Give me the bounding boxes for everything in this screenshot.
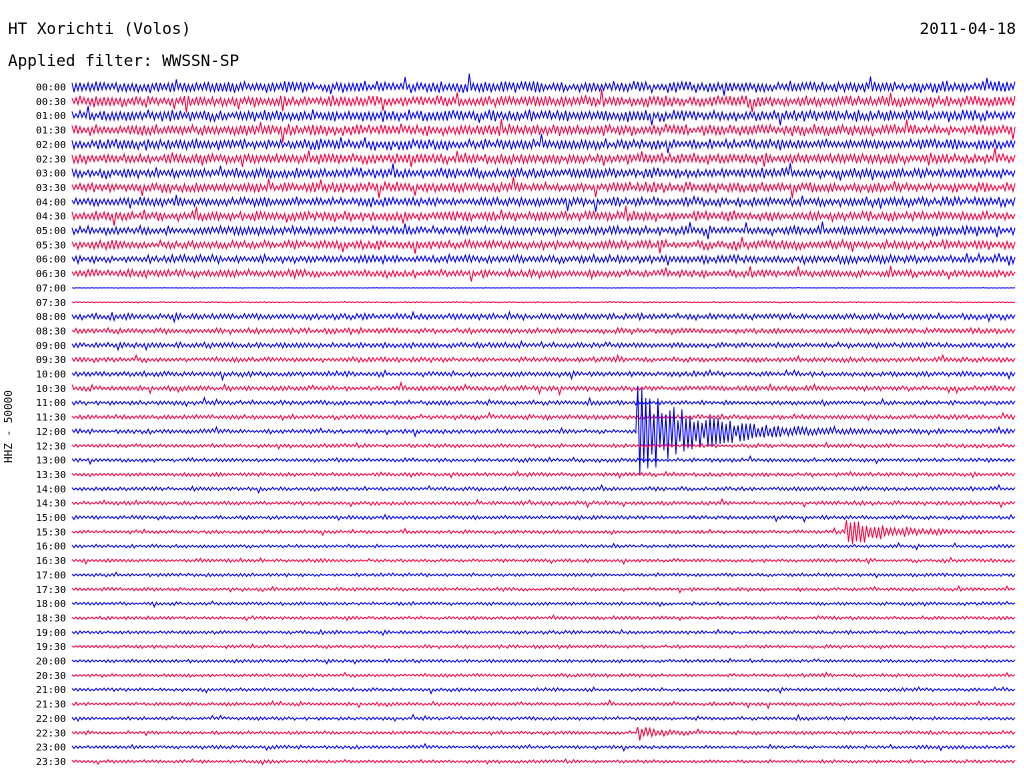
row-label: 01:00 [36,111,66,122]
row-label: 03:30 [36,183,66,194]
row-label: 09:30 [36,355,66,366]
seismogram-trace [71,628,1016,637]
row-label: 14:00 [36,484,66,495]
seismogram-trace [71,395,1016,408]
seismogram-trace [71,671,1016,679]
row-label: 09:00 [36,341,66,352]
row-label: 23:30 [36,757,66,768]
row-label: 15:30 [36,527,66,538]
row-label: 19:30 [36,642,66,653]
row-label: 04:30 [36,212,66,223]
seismogram-trace [71,571,1016,579]
row-label: 07:00 [36,283,66,294]
row-label: 01:30 [36,126,66,137]
seismogram-trace [71,89,1016,113]
seismogram-trace [71,657,1016,665]
row-label: 22:30 [36,728,66,739]
seismogram-trace [71,310,1016,324]
seismogram-trace [71,742,1016,752]
row-label: 02:30 [36,154,66,165]
seismogram-trace [71,520,1016,545]
row-label: 07:30 [36,298,66,309]
seismogram-trace [71,614,1016,622]
seismogram-trace [71,326,1016,336]
seismogram-trace [71,176,1016,199]
row-label: 17:30 [36,585,66,596]
row-label: 14:30 [36,499,66,510]
seismogram-trace [71,251,1016,266]
seismogram-trace [71,73,1016,96]
row-label: 10:00 [36,370,66,381]
seismogram-traces [71,73,1016,766]
row-label: 19:00 [36,628,66,639]
seismogram-trace [71,380,1016,397]
seismogram-trace [71,497,1016,509]
seismogram-trace [71,541,1016,551]
seismogram-trace [71,105,1016,126]
seismogram-trace [71,713,1016,723]
seismogram-trace [71,584,1016,594]
seismogram-trace [71,353,1016,364]
seismogram-trace [71,147,1016,168]
row-label: 03:00 [36,169,66,180]
row-label: 16:30 [36,556,66,567]
row-label: 20:00 [36,657,66,668]
row-label: 16:00 [36,542,66,553]
row-label: 00:30 [36,97,66,108]
seismogram-trace [71,300,1016,304]
seismogram-trace [71,758,1016,766]
seismogram-trace [71,556,1016,566]
row-label: 20:30 [36,671,66,682]
row-label: 23:00 [36,743,66,754]
row-label: 05:30 [36,240,66,251]
seismogram-trace [71,265,1016,282]
seismogram-trace [71,368,1016,382]
seismogram-trace [71,698,1016,710]
seismogram-trace [71,483,1016,495]
row-label: 08:30 [36,326,66,337]
seismogram-trace [71,686,1016,695]
row-label: 13:00 [36,456,66,467]
row-label: 13:30 [36,470,66,481]
row-label: 08:00 [36,312,66,323]
seismogram-trace [71,470,1016,479]
seismogram-trace [71,221,1016,240]
seismogram-plot: 00:00 00:30 01:00 01:30 02:00 02:30 03:00 03:30… [36,73,1016,768]
row-label: 02:00 [36,140,66,151]
row-label: 04:00 [36,197,66,208]
seismogram-trace [71,194,1016,212]
seismogram-trace [71,600,1016,609]
row-label: 15:00 [36,513,66,524]
row-label: 10:30 [36,384,66,395]
row-label: 21:00 [36,685,66,696]
row-label: 18:30 [36,613,66,624]
seismogram-trace [71,286,1016,289]
row-label: 21:30 [36,700,66,711]
seismogram-trace [71,133,1016,154]
row-labels: 00:00 00:30 01:00 01:30 02:00 02:30 03:00 03:30… [36,83,66,768]
row-label: 12:30 [36,441,66,452]
row-label: 22:00 [36,714,66,725]
row-label: 17:00 [36,570,66,581]
row-label: 06:00 [36,255,66,266]
seismogram-trace [71,411,1016,422]
row-label: 12:00 [36,427,66,438]
seismogram-trace [71,643,1016,650]
seismogram-trace [71,441,1016,450]
seismogram-trace [71,118,1016,143]
seismogram-trace [71,513,1016,524]
seismogram-trace [71,163,1016,181]
seismogram-trace [71,726,1016,741]
seismogram-trace [71,205,1016,226]
row-label: 18:00 [36,599,66,610]
row-label: 05:00 [36,226,66,237]
row-label: 06:30 [36,269,66,280]
row-label: 11:00 [36,398,66,409]
seismogram-trace [71,236,1016,254]
seismogram-trace [71,339,1016,352]
row-label: 00:00 [36,83,66,94]
seismogram-trace [71,454,1016,466]
row-label: 11:30 [36,413,66,424]
